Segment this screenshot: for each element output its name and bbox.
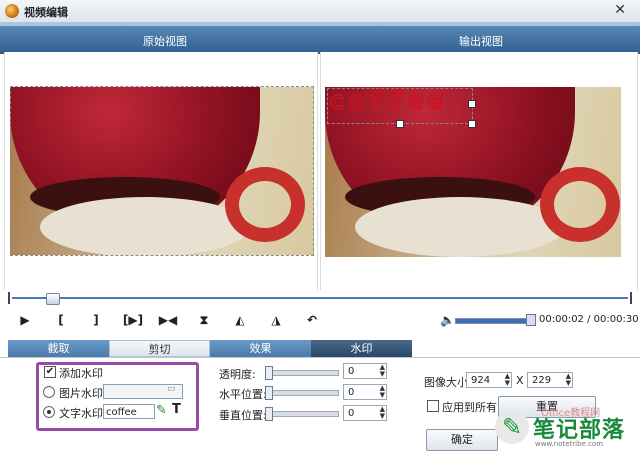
brand-logo-icon: ✎ (495, 410, 529, 444)
crop-selection[interactable] (10, 86, 314, 256)
image-width-spinbox[interactable]: 924 ▲ ▼ (466, 372, 512, 388)
view-header: 原始视图 输出视图 (0, 23, 640, 54)
apply-all-label: 应用到所有 (442, 401, 497, 414)
tab-watermark[interactable]: 水印 (311, 340, 412, 357)
brand-url: www.notetribe.com (535, 440, 604, 448)
image-size-label: 图像大小: (424, 376, 472, 389)
add-watermark-label: 添加水印 (59, 367, 103, 380)
mark-out-button[interactable]: ] (84, 313, 108, 327)
original-view-pane (4, 52, 318, 290)
horizontal-position-spinbox[interactable]: 0 ▲ ▼ (343, 384, 387, 400)
rotate-right-button[interactable]: ◮ (264, 313, 288, 327)
app-icon (5, 4, 19, 18)
vertical-position-slider[interactable] (265, 411, 339, 417)
play-button[interactable]: ▶ (13, 313, 37, 327)
play-selection-button[interactable]: [▶] (118, 313, 148, 327)
text-watermark-radio[interactable] (43, 406, 55, 418)
seek-bar[interactable] (8, 292, 632, 305)
window-title: 视频编辑 (24, 6, 68, 19)
close-button[interactable]: ✕ (614, 2, 626, 18)
vertical-position-label: 垂直位置: (219, 409, 267, 422)
output-view-pane: coffee (320, 52, 638, 290)
time-display: 00:00:02 / 00:00:30 (539, 314, 639, 325)
apply-all-checkbox[interactable] (427, 400, 439, 412)
watermark-preview-text[interactable]: coffee (328, 85, 447, 117)
opacity-slider[interactable] (265, 370, 339, 376)
mark-in-button[interactable]: [ (49, 313, 73, 327)
vertical-position-thumb[interactable] (265, 407, 273, 421)
edit-tabs: 截取 剪切 效果 水印 (8, 340, 412, 357)
site-watermark: Office教程网 ✎ 笔记部落 www.notetribe.com (495, 404, 640, 453)
size-separator: X (516, 374, 524, 387)
horizontal-position-thumb[interactable] (265, 386, 273, 400)
volume-thumb[interactable] (526, 314, 536, 326)
original-view-label: 原始视图 (143, 35, 187, 48)
volume-icon[interactable]: 🔈 (440, 313, 455, 327)
text-watermark-input[interactable]: coffee (103, 404, 155, 419)
add-watermark-checkbox[interactable]: ✔ (44, 366, 56, 378)
volume-slider[interactable] (455, 318, 535, 324)
browse-folder-icon[interactable]: ▭ (167, 384, 176, 394)
rotate-left-button[interactable]: ◭ (228, 313, 252, 327)
font-tool-icon[interactable]: T (172, 402, 181, 417)
tab-cut[interactable]: 剪切 (109, 340, 210, 357)
output-view-label: 输出视图 (459, 35, 503, 48)
vertical-position-spinbox[interactable]: 0 ▲ ▼ (343, 405, 387, 421)
resize-handle[interactable] (396, 120, 404, 128)
image-watermark-radio[interactable] (43, 386, 55, 398)
image-height-spinbox[interactable]: 229 ▲ ▼ (527, 372, 573, 388)
undo-button[interactable]: ↶ (300, 313, 324, 327)
image-watermark-label: 图片水印: (59, 387, 107, 400)
text-watermark-label: 文字水印: (59, 407, 107, 420)
horizontal-position-slider[interactable] (265, 390, 339, 396)
horizontal-position-label: 水平位置: (219, 388, 267, 401)
ok-button[interactable]: 确定 (426, 429, 498, 451)
tab-effects[interactable]: 效果 (210, 340, 311, 357)
title-bar: 视频编辑 ✕ (0, 0, 640, 23)
resize-handle[interactable] (468, 100, 476, 108)
opacity-label: 透明度: (219, 368, 256, 381)
seek-thumb[interactable] (46, 293, 60, 305)
opacity-thumb[interactable] (265, 366, 273, 380)
opacity-spinbox[interactable]: 0 ▲ ▼ (343, 363, 387, 379)
resize-handle[interactable] (468, 120, 476, 128)
pen-color-icon[interactable]: ✎ (156, 403, 167, 418)
jump-marks-button[interactable]: ▶◀ (156, 313, 180, 327)
split-button[interactable]: ⧗ (192, 313, 216, 328)
tab-trim[interactable]: 截取 (8, 340, 109, 357)
